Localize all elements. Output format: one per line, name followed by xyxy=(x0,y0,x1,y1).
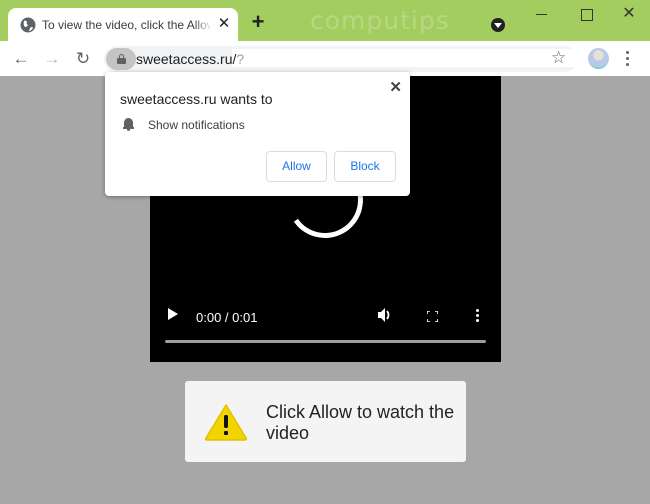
url-query: ? xyxy=(236,51,245,67)
browser-menu-icon[interactable] xyxy=(621,49,635,69)
prompt-title: sweetaccess.ru wants to xyxy=(120,91,273,107)
tab-close-button[interactable]: ✕ xyxy=(216,16,232,32)
window-titlebar: computips To view the video, click the A… xyxy=(0,0,650,41)
globe-icon xyxy=(20,17,36,33)
warning-icon xyxy=(204,404,248,441)
video-time: 0:00 / 0:01 xyxy=(196,310,258,325)
profile-avatar[interactable] xyxy=(588,48,609,69)
lock-icon xyxy=(117,54,126,64)
watermark: computips xyxy=(310,6,450,35)
video-progress-bar[interactable] xyxy=(165,340,486,343)
notification-permission-prompt: ✕ sweetaccess.ru wants to Show notificat… xyxy=(105,72,410,196)
allow-instruction-box: Click Allow to watch the video xyxy=(185,381,466,462)
allow-button[interactable]: Allow xyxy=(266,151,327,182)
bell-icon xyxy=(123,118,134,131)
prompt-close-button[interactable]: ✕ xyxy=(389,78,402,96)
address-bar[interactable]: sweetaccess.ru/? xyxy=(104,46,650,72)
block-button[interactable]: Block xyxy=(334,151,396,182)
back-button[interactable]: ← xyxy=(10,48,32,70)
play-icon[interactable] xyxy=(168,308,178,320)
forward-button[interactable]: → xyxy=(41,48,63,70)
tab-search-dropdown-icon[interactable] xyxy=(491,18,505,32)
site-info-button[interactable] xyxy=(106,48,136,70)
window-close-button[interactable]: ✕ xyxy=(619,4,639,24)
fullscreen-icon[interactable] xyxy=(427,311,438,322)
tab-title-fade xyxy=(194,14,212,36)
volume-icon[interactable] xyxy=(378,308,394,322)
video-more-options-icon[interactable] xyxy=(476,309,480,323)
new-tab-button[interactable]: + xyxy=(249,11,267,33)
maximize-button[interactable] xyxy=(577,4,597,24)
url-host: sweetaccess.ru/ xyxy=(136,51,237,67)
permission-label: Show notifications xyxy=(148,118,245,132)
url-text: sweetaccess.ru/? xyxy=(136,51,244,67)
minimize-button[interactable] xyxy=(532,4,552,24)
reload-button[interactable]: ↻ xyxy=(72,48,94,70)
tab-title: To view the video, click the Allow xyxy=(42,18,210,32)
instruction-text: Click Allow to watch the video xyxy=(266,402,455,443)
browser-tab[interactable]: To view the video, click the Allow ✕ xyxy=(8,8,238,41)
bookmark-star-icon[interactable]: ☆ xyxy=(551,47,566,69)
browser-toolbar: ← → ↻ sweetaccess.ru/? ☆ xyxy=(0,41,650,76)
